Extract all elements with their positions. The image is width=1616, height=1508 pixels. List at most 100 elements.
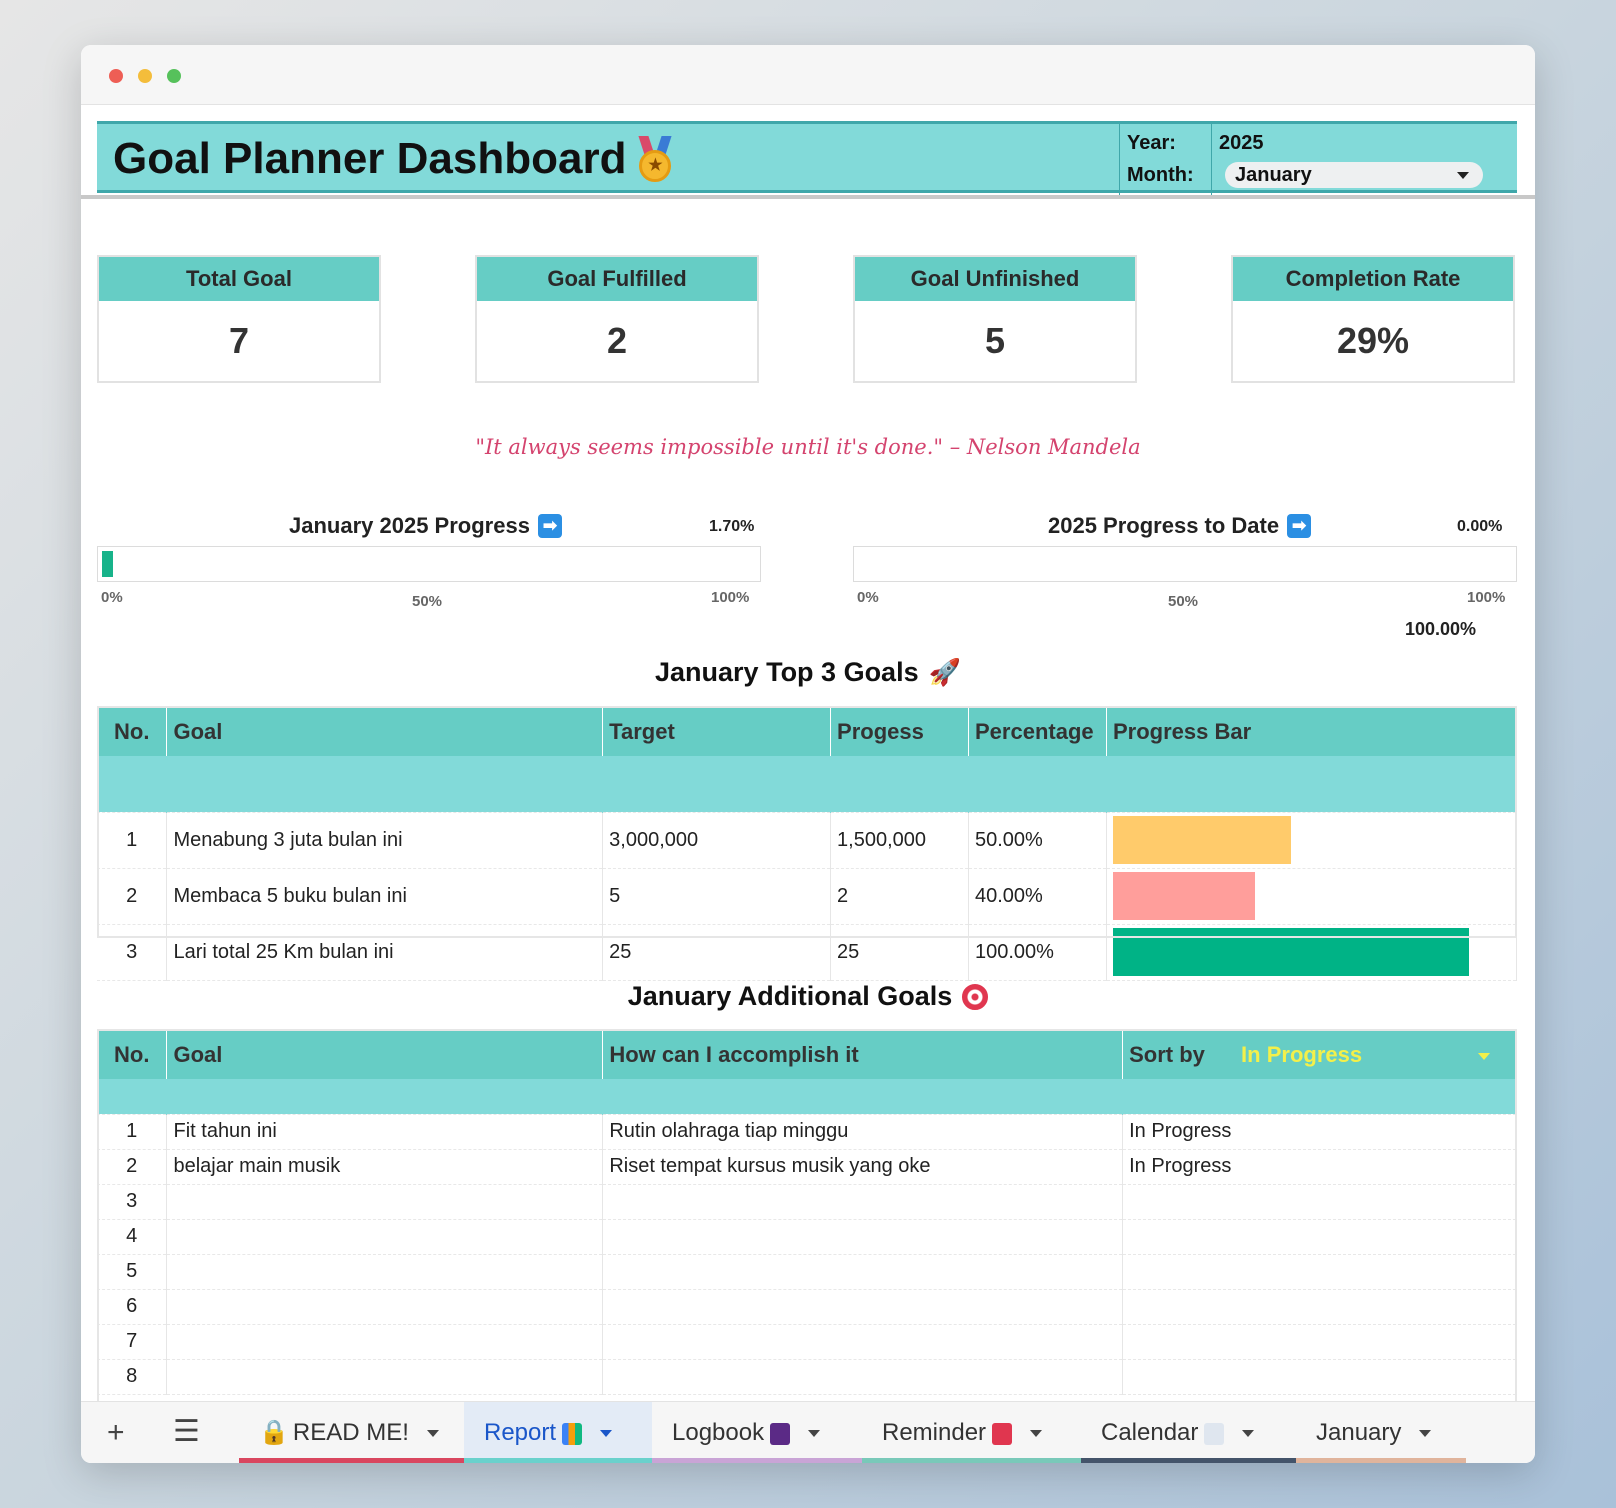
chevron-down-icon[interactable] (600, 1430, 613, 1438)
all-sheets-menu-icon[interactable]: ☰ (173, 1414, 200, 1449)
stat-value: 29% (1336, 320, 1410, 361)
additional-goals-title: January Additional Goals (81, 981, 1535, 1012)
chevron-down-icon[interactable] (808, 1430, 821, 1438)
year-value[interactable]: 2025 (1219, 132, 1264, 155)
progress-cell[interactable]: 2 (830, 868, 969, 925)
goal-cell[interactable] (166, 1254, 604, 1290)
goal-cell[interactable]: belajar main musik (166, 1149, 604, 1185)
additional-goals-title-text: January Additional Goals (627, 981, 953, 1011)
table-row: 2 belajar main musik Riset tempat kursus m… (97, 1149, 1517, 1185)
sheet-tab-label: Report (484, 1419, 557, 1446)
how-cell[interactable]: Riset tempat kursus musik yang oke (602, 1149, 1124, 1185)
chevron-down-icon (1457, 172, 1469, 179)
close-window-button[interactable] (109, 69, 123, 83)
sheet-tab-january[interactable]: January (1296, 1402, 1466, 1463)
status-cell[interactable] (1122, 1184, 1517, 1220)
row-number: 1 (97, 1114, 168, 1150)
column-header: No. (97, 708, 168, 756)
how-cell[interactable] (602, 1359, 1124, 1395)
column-header: How can I accomplish it (602, 1031, 1124, 1079)
sheet-tab-label: Reminder (882, 1419, 987, 1446)
chevron-down-icon[interactable] (426, 1430, 439, 1438)
goal-cell[interactable] (166, 1184, 604, 1220)
progress-bar-cell (1106, 924, 1518, 981)
tick-label: 100% (1467, 589, 1506, 606)
row-number: 7 (97, 1324, 168, 1360)
target-cell[interactable]: 3,000,000 (602, 812, 832, 869)
year-progress-title-text: 2025 Progress to Date (1048, 513, 1280, 538)
goal-cell[interactable]: Lari total 25 Km bulan ini (166, 924, 604, 981)
stat-card-goal-fulfilled: Goal Fulfilled 2 (475, 255, 759, 383)
sheet-tab-logbook[interactable]: Logbook (652, 1402, 862, 1463)
tick-label: 50% (1168, 593, 1199, 610)
stat-card-completion-rate: Completion Rate 29% (1231, 255, 1515, 383)
top-goals-table: No. Goal Target Progess Percentage Progr… (97, 708, 1518, 981)
table-row: 6 (97, 1289, 1517, 1325)
row-number: 2 (97, 868, 168, 925)
status-cell[interactable]: In Progress (1122, 1114, 1517, 1150)
sheet-tab-calendar[interactable]: Calendar (1081, 1402, 1296, 1463)
chevron-down-icon[interactable] (1478, 1053, 1490, 1060)
stat-label: Goal Unfinished (855, 257, 1135, 301)
rocket-icon: 🚀 (928, 657, 961, 687)
goal-cell[interactable] (166, 1359, 604, 1395)
how-cell[interactable] (602, 1289, 1124, 1325)
progress-bar-cell (1106, 868, 1518, 925)
minimize-window-button[interactable] (138, 69, 152, 83)
sheet-tab-read-me[interactable]: 🔒 READ ME! (239, 1402, 464, 1463)
motivational-quote: "It always seems impossible until it's d… (475, 435, 1141, 459)
progress-bar-cell (1106, 812, 1518, 869)
sheet-tab-label: Calendar (1101, 1419, 1199, 1446)
notebook-icon (770, 1422, 791, 1445)
status-cell[interactable]: In Progress (1122, 1149, 1517, 1185)
status-cell[interactable] (1122, 1324, 1517, 1360)
progress-cell[interactable]: 25 (830, 924, 969, 981)
pushpin-icon (992, 1422, 1013, 1445)
stat-label: Goal Fulfilled (477, 257, 757, 301)
add-sheet-button[interactable]: + (107, 1416, 125, 1450)
sort-by-header: Sort by In Progress (1122, 1031, 1517, 1079)
goal-cell[interactable] (166, 1324, 604, 1360)
goal-cell[interactable]: Membaca 5 buku bulan ini (166, 868, 604, 925)
target-cell[interactable]: 5 (602, 868, 832, 925)
progress-bar (1112, 816, 1291, 864)
goal-cell[interactable]: Menabung 3 juta bulan ini (166, 812, 604, 869)
year-progress-extra: 100.00% (1405, 619, 1477, 639)
chevron-down-icon[interactable] (1419, 1430, 1432, 1438)
stat-value: 2 (606, 320, 628, 361)
row-number: 3 (97, 1184, 168, 1220)
sheet-tab-report[interactable]: Report (464, 1402, 652, 1463)
how-cell[interactable] (602, 1184, 1124, 1220)
goal-cell[interactable] (166, 1219, 604, 1255)
goal-cell[interactable]: Fit tahun ini (166, 1114, 604, 1150)
month-progress-track (97, 546, 761, 582)
year-label: Year: (1127, 132, 1176, 154)
how-cell[interactable] (602, 1324, 1124, 1360)
table-row: 3 Lari total 25 Km bulan ini 25 25 100.00% (97, 924, 1518, 981)
table-row: 5 (97, 1254, 1517, 1290)
maximize-window-button[interactable] (167, 69, 181, 83)
how-cell[interactable] (602, 1219, 1124, 1255)
sheet-tab-reminder[interactable]: Reminder (862, 1402, 1081, 1463)
target-cell[interactable]: 25 (602, 924, 832, 981)
column-header: Progess (830, 708, 969, 756)
how-cell[interactable]: Rutin olahraga tiap minggu (602, 1114, 1124, 1150)
status-cell[interactable] (1122, 1219, 1517, 1255)
month-dropdown-value: January (1235, 164, 1312, 186)
sheet-tab-label: January (1316, 1419, 1402, 1446)
sort-by-dropdown[interactable]: In Progress (1241, 1042, 1362, 1067)
how-cell[interactable] (602, 1254, 1124, 1290)
chevron-down-icon[interactable] (1242, 1430, 1255, 1438)
goal-cell[interactable] (166, 1289, 604, 1325)
additional-goals-table: No. Goal How can I accomplish it Sort by… (97, 1031, 1517, 1395)
status-cell[interactable] (1122, 1289, 1517, 1325)
status-cell[interactable] (1122, 1254, 1517, 1290)
sheet-tab-bar: + ☰ 🔒 READ ME! Report Logbook Reminder Calend… (81, 1401, 1535, 1463)
stat-value: 5 (984, 320, 1006, 361)
month-dropdown[interactable]: January (1225, 162, 1483, 188)
progress-cell[interactable]: 1,500,000 (830, 812, 969, 869)
month-progress-percent: 1.70% (709, 518, 755, 535)
chevron-down-icon[interactable] (1030, 1430, 1043, 1438)
status-cell[interactable] (1122, 1359, 1517, 1395)
tick-label: 50% (412, 593, 443, 610)
